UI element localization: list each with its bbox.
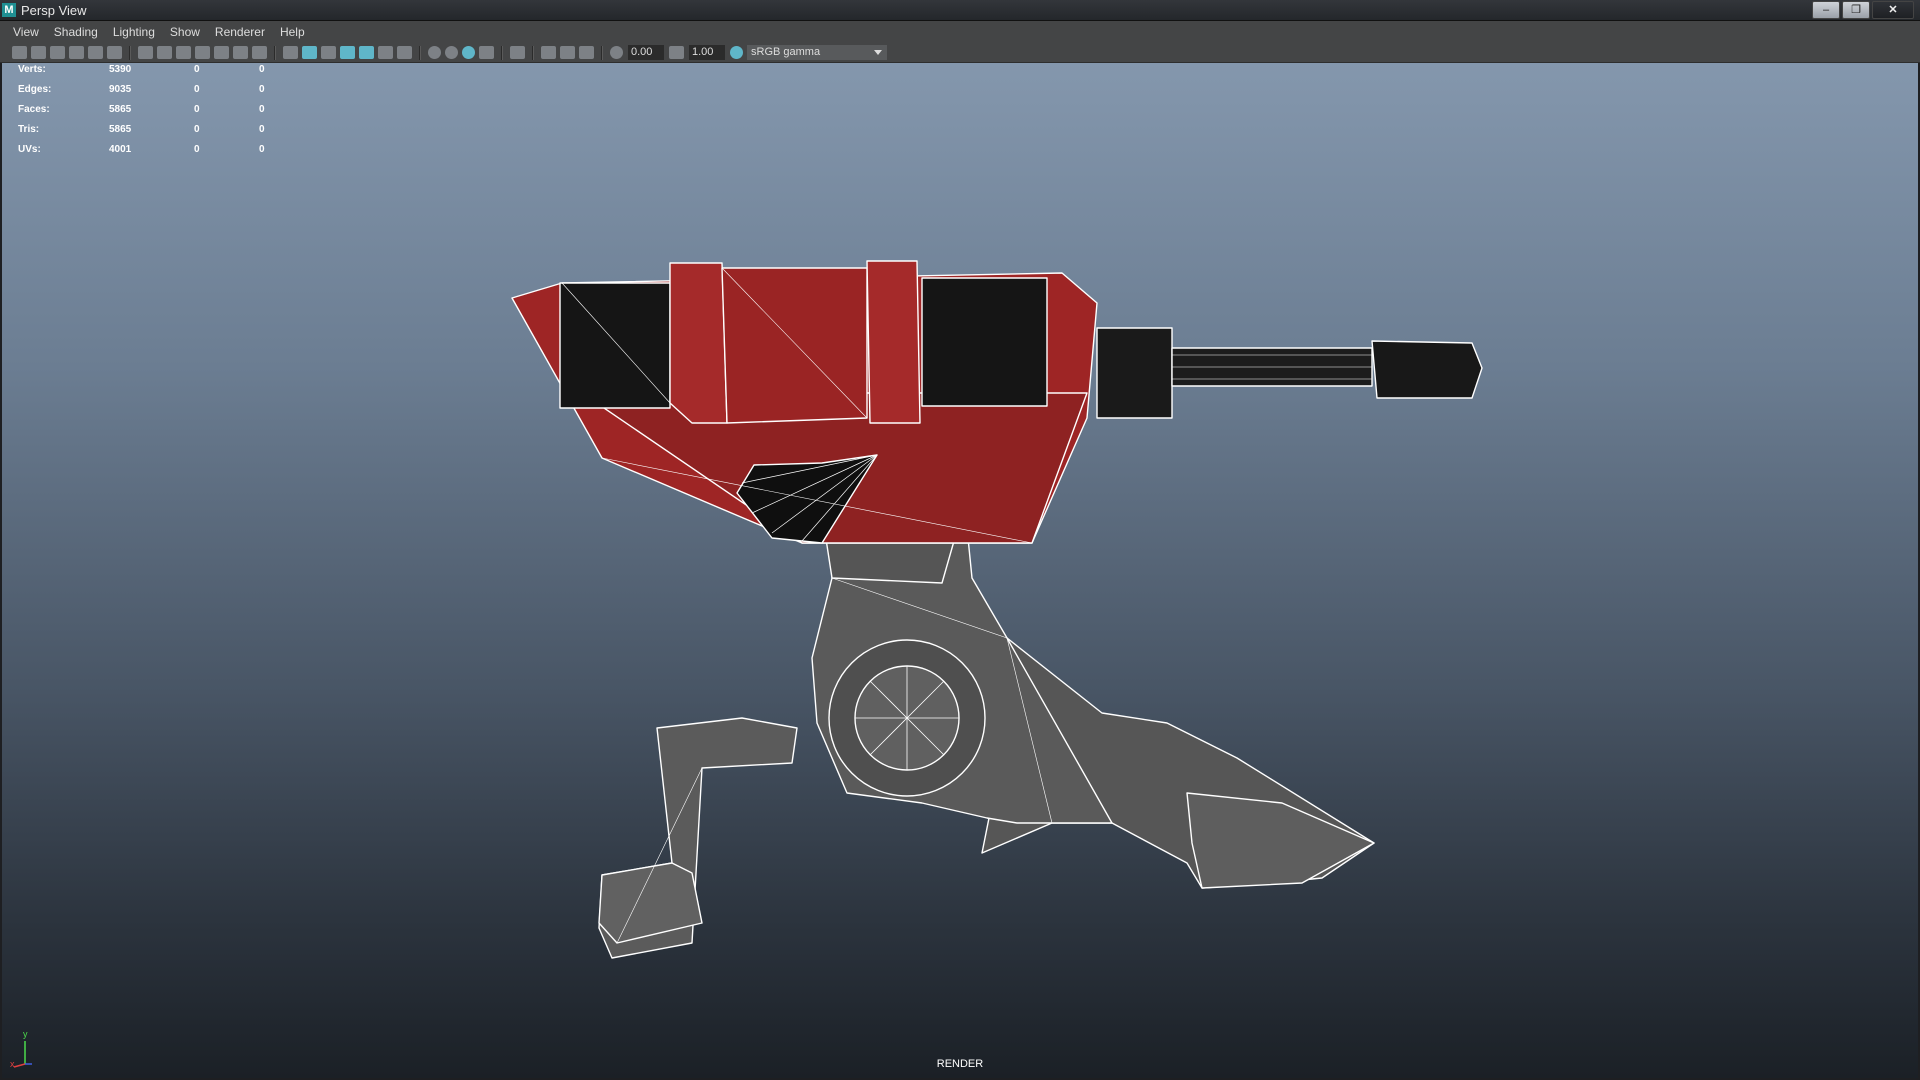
close-icon[interactable]: ✕ — [1872, 1, 1914, 19]
model-housing-right — [921, 277, 1048, 407]
model-muzzle — [1371, 340, 1483, 399]
axis-y-label: y — [23, 1029, 28, 1039]
model-collar-left — [669, 262, 728, 424]
turret-model[interactable] — [2, 63, 1918, 1078]
gate-mask-icon[interactable] — [195, 46, 210, 59]
grease-pencil-icon[interactable] — [107, 46, 122, 59]
minimize-icon[interactable]: – — [1812, 1, 1840, 19]
default-material-icon[interactable] — [321, 46, 336, 59]
bookmark-icon[interactable] — [50, 46, 65, 59]
model-foot-right-toe — [1186, 792, 1375, 889]
motion-blur-icon[interactable] — [445, 46, 458, 59]
menu-help[interactable]: Help — [272, 25, 312, 39]
toolbar-separator — [601, 45, 603, 60]
color-management-icon[interactable] — [730, 46, 743, 59]
gamma-field[interactable]: 1.00 — [689, 45, 725, 60]
menu-shading[interactable]: Shading — [46, 25, 105, 39]
toolbar-separator — [532, 45, 534, 60]
multisample-aa-icon[interactable] — [462, 46, 475, 59]
menu-renderer[interactable]: Renderer — [207, 25, 272, 39]
depth-of-field-icon[interactable] — [479, 46, 494, 59]
model-pivot-wires — [855, 666, 959, 770]
view-transform-value: sRGB gamma — [751, 46, 821, 58]
smooth-shade-icon[interactable] — [302, 46, 317, 59]
menu-show[interactable]: Show — [162, 25, 207, 39]
safe-title-icon[interactable] — [252, 46, 267, 59]
wireframe-icon[interactable] — [283, 46, 298, 59]
wireframe-on-shaded-icon[interactable] — [340, 46, 355, 59]
gamma-icon[interactable] — [669, 46, 684, 59]
app-logo-icon: M — [2, 3, 16, 17]
camera-select-icon[interactable] — [12, 46, 27, 59]
camera-name-label: RENDER — [936, 1058, 984, 1070]
shadows-icon[interactable] — [397, 46, 412, 59]
chevron-down-icon — [874, 50, 882, 55]
panel-menu-bar: View Shading Lighting Show Renderer Help — [0, 21, 1920, 43]
safe-action-icon[interactable] — [233, 46, 248, 59]
film-gate-icon[interactable] — [157, 46, 172, 59]
use-all-lights-icon[interactable] — [378, 46, 393, 59]
xray-active-components-icon[interactable] — [560, 46, 575, 59]
isolate-select-icon[interactable] — [510, 46, 525, 59]
two-d-pan-zoom-icon[interactable] — [88, 46, 103, 59]
model-housing-left — [559, 282, 671, 409]
view-transform-select[interactable]: sRGB gamma — [747, 45, 887, 60]
model-barrel-mount — [1096, 327, 1173, 419]
model-collar-right — [866, 260, 921, 424]
persp-viewport[interactable]: Verts: 5390 0 0 Edges: 9035 0 0 Faces: 5… — [2, 63, 1918, 1078]
exposure-icon[interactable] — [610, 46, 623, 59]
menu-view[interactable]: View — [0, 25, 46, 39]
field-chart-icon[interactable] — [214, 46, 229, 59]
window-controls: – ❐ ✕ — [1812, 1, 1914, 19]
camera-attributes-icon[interactable] — [31, 46, 46, 59]
toolbar-separator — [274, 45, 276, 60]
xray-icon[interactable] — [541, 46, 556, 59]
exposure-field[interactable]: 0.00 — [628, 45, 664, 60]
xray-joints-icon[interactable] — [579, 46, 594, 59]
screen-space-ao-icon[interactable] — [428, 46, 441, 59]
image-plane-icon[interactable] — [69, 46, 84, 59]
title-bar: M Persp View – ❐ ✕ — [0, 0, 1920, 21]
window-title: Persp View — [21, 3, 87, 18]
toolbar-separator — [129, 45, 131, 60]
model-collar-center — [721, 267, 868, 424]
resolution-gate-icon[interactable] — [176, 46, 191, 59]
toolbar-separator — [501, 45, 503, 60]
panel-toolbar: 0.00 1.00 sRGB gamma — [0, 43, 1920, 63]
textured-icon[interactable] — [359, 46, 374, 59]
toolbar-separator — [419, 45, 421, 60]
restore-icon[interactable]: ❐ — [1842, 1, 1870, 19]
grid-icon[interactable] — [138, 46, 153, 59]
menu-lighting[interactable]: Lighting — [105, 25, 162, 39]
